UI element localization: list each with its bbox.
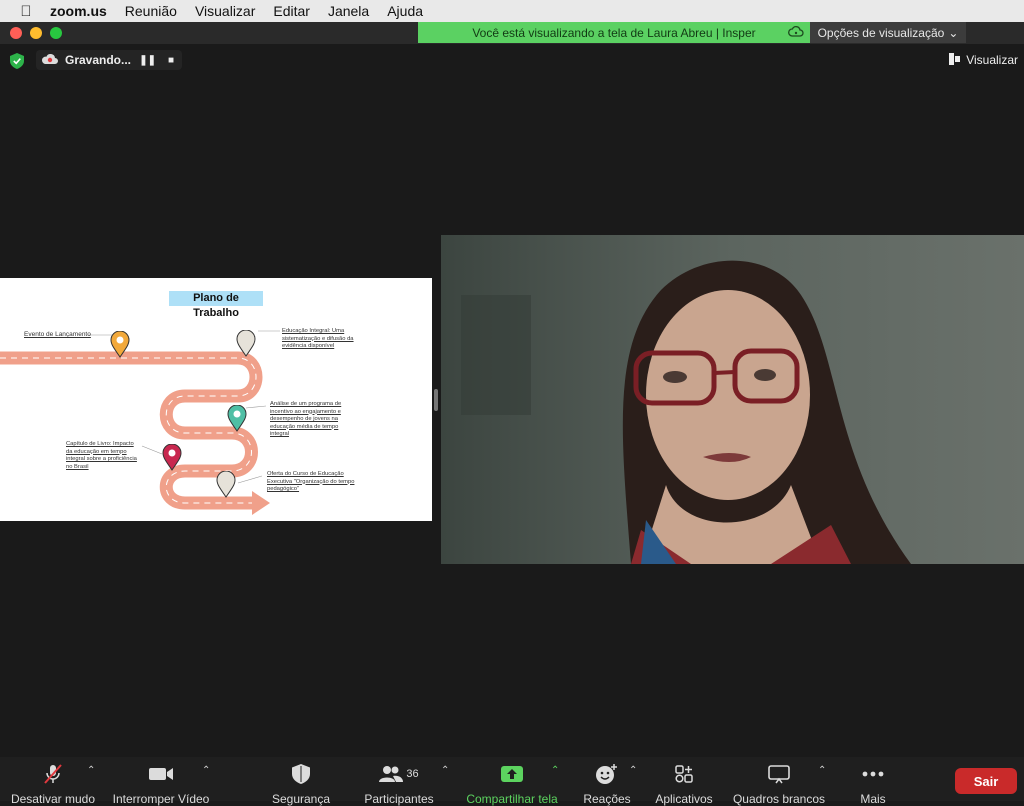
security-shield-icon xyxy=(291,763,311,785)
participants-options-caret-icon[interactable]: ⌃ xyxy=(441,765,449,776)
more-label: Mais xyxy=(860,792,886,806)
milestone-pin-2 xyxy=(236,330,256,357)
slide-title: Plano de Trabalho xyxy=(169,291,263,319)
traffic-lights xyxy=(10,27,62,39)
unmute-label: Desativar mudo xyxy=(10,792,96,806)
share-screen-button[interactable]: Compartilhar tela xyxy=(463,757,561,806)
pause-recording-icon[interactable]: ❚❚ xyxy=(139,55,156,66)
minimize-window-button[interactable] xyxy=(30,27,42,39)
apps-icon xyxy=(674,763,694,785)
close-window-button[interactable] xyxy=(10,27,22,39)
apple-icon[interactable]:  xyxy=(16,3,36,20)
view-options-label: Opções de visualização xyxy=(817,25,945,40)
participant-video[interactable] xyxy=(441,235,1024,564)
leave-meeting-button[interactable]: Sair xyxy=(955,768,1017,794)
menu-ajuda[interactable]: Ajuda xyxy=(387,3,423,19)
security-button[interactable]: Segurança xyxy=(268,757,334,806)
participants-icon: 36 xyxy=(379,763,419,785)
milestone-pin-4 xyxy=(162,444,182,471)
view-layout-icon xyxy=(949,52,961,68)
apps-label: Aplicativos xyxy=(655,792,713,806)
milestone-text-5: Oferta do Curso de Educação Executiva "O… xyxy=(267,471,355,492)
zoom-window-button[interactable] xyxy=(50,27,62,39)
whiteboards-options-caret-icon[interactable]: ⌃ xyxy=(818,765,826,776)
chevron-down-icon: ⌄ xyxy=(948,25,959,40)
recording-indicator: Gravando... ❚❚ ■ xyxy=(36,50,182,70)
audio-options-caret-icon[interactable]: ⌃ xyxy=(87,765,95,776)
view-options-dropdown[interactable]: Opções de visualização ⌄ xyxy=(810,22,966,43)
reactions-options-caret-icon[interactable]: ⌃ xyxy=(629,765,637,776)
panel-splitter-handle[interactable] xyxy=(434,389,438,411)
participants-label: Participantes xyxy=(364,792,434,806)
more-button[interactable]: Mais xyxy=(852,757,894,806)
reactions-button[interactable]: Reações xyxy=(580,757,634,806)
milestone-pin-5 xyxy=(216,471,236,498)
menu-visualizar[interactable]: Visualizar xyxy=(195,3,255,19)
unmute-button[interactable]: Desativar mudo xyxy=(8,757,98,806)
cloud-recording-icon xyxy=(41,53,59,68)
stop-video-label: Interromper Vídeo xyxy=(112,792,210,806)
recording-label: Gravando... xyxy=(65,53,132,67)
stop-video-button[interactable]: Interromper Vídeo xyxy=(110,757,212,806)
menu-app-name[interactable]: zoom.us xyxy=(50,3,107,19)
milestone-text-1: Evento de Lançamento xyxy=(24,331,91,338)
cloud-icon xyxy=(788,25,804,42)
macos-menubar:  zoom.us Reunião Visualizar Editar Jane… xyxy=(0,0,1024,22)
share-screen-icon xyxy=(500,763,524,785)
apps-button[interactable]: Aplicativos xyxy=(652,757,716,806)
share-options-caret-icon[interactable]: ⌃ xyxy=(551,765,559,776)
security-shield-icon[interactable] xyxy=(10,53,24,69)
whiteboards-label: Quadros brancos xyxy=(732,792,826,806)
video-camera-icon xyxy=(148,763,174,785)
milestone-pin-3 xyxy=(227,405,247,432)
view-button[interactable]: Visualizar xyxy=(949,50,1018,70)
share-screen-label: Compartilhar tela xyxy=(466,792,558,806)
security-label: Segurança xyxy=(271,792,331,806)
video-options-caret-icon[interactable]: ⌃ xyxy=(202,765,210,776)
stop-recording-icon[interactable]: ■ xyxy=(168,55,174,66)
participant-video-frame xyxy=(441,235,1024,564)
muted-microphone-icon xyxy=(41,763,65,785)
whiteboard-icon xyxy=(768,763,790,785)
reactions-label: Reações xyxy=(583,792,631,806)
milestone-text-4: Capítulo de Livro: Impacto da educação e… xyxy=(66,441,137,470)
menu-reuniao[interactable]: Reunião xyxy=(125,3,177,19)
whiteboards-button[interactable]: Quadros brancos xyxy=(730,757,828,806)
participants-count: 36 xyxy=(406,768,419,780)
view-button-label: Visualizar xyxy=(966,53,1018,67)
milestone-text-3: Análise de um programa de incentivo ao e… xyxy=(270,401,342,437)
more-dots-icon xyxy=(862,763,884,785)
menu-editar[interactable]: Editar xyxy=(273,3,310,19)
menu-janela[interactable]: Janela xyxy=(328,3,369,19)
milestone-text-2: Educação Integral: Uma sistematização e … xyxy=(282,328,354,349)
participants-button[interactable]: 36 Participantes xyxy=(360,757,438,806)
reactions-smiley-icon xyxy=(595,763,619,785)
share-status-banner: Você está visualizando a tela de Laura A… xyxy=(418,22,810,43)
milestone-pin-1 xyxy=(110,331,130,358)
share-status-text: Você está visualizando a tela de Laura A… xyxy=(472,25,756,40)
